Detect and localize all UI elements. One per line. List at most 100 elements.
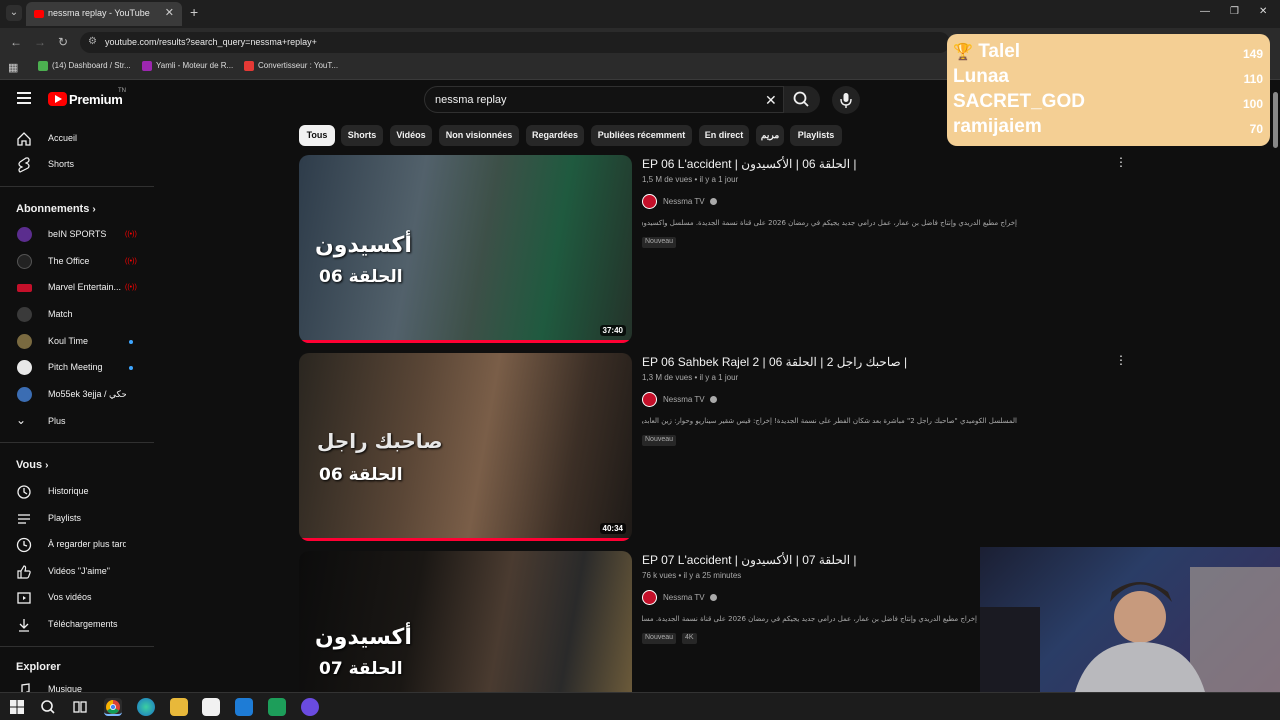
tab-search-icon[interactable]: ⌄ — [6, 5, 22, 21]
sidebar-item-subscription[interactable]: Pitch Meeting — [0, 355, 154, 381]
sidebar-item-subscription[interactable]: Marvel Entertain... ((•)) — [0, 275, 154, 301]
chip-unwatched[interactable]: Non visionnées — [439, 125, 519, 146]
chip-videos[interactable]: Vidéos — [390, 125, 432, 146]
bookmark-dashboard[interactable]: (14) Dashboard / Str... — [38, 61, 131, 75]
chip-playlists[interactable]: Playlists — [790, 125, 842, 146]
new-tab-icon[interactable]: + — [190, 4, 198, 20]
sidebar-item-label: Koul Time — [48, 336, 89, 346]
sidebar-item-playlists[interactable]: Playlists — [0, 506, 154, 532]
chevron-right-icon: › — [45, 460, 49, 471]
microphone-icon — [840, 93, 852, 108]
file-explorer-icon[interactable] — [170, 698, 188, 716]
reload-icon[interactable]: ↻ — [58, 35, 68, 49]
page-scrollbar[interactable] — [1272, 82, 1278, 682]
address-bar[interactable]: ⚙ youtube.com/results?search_query=nessm… — [80, 32, 950, 53]
video-title[interactable]: EP 06 L'accident | الحلقة 06 | الأكسيدون… — [642, 157, 857, 171]
sidebar-item-subscription[interactable]: beIN SPORTS ((•)) — [0, 222, 154, 248]
browser-tab-strip: ⌄ nessma replay - YouTube ✕ + — ❐ ✕ — [0, 0, 1280, 28]
back-icon[interactable]: ← — [10, 35, 22, 49]
browser-tab[interactable]: nessma replay - YouTube ✕ — [26, 2, 182, 26]
subscriptions-heading[interactable]: Abonnements › — [16, 203, 96, 215]
chip-custom[interactable]: مريم — [756, 125, 784, 146]
tab-close-icon[interactable]: ✕ — [165, 6, 174, 19]
more-actions-icon[interactable]: ⋮ — [1115, 353, 1127, 367]
sidebar-item-downloads[interactable]: Téléchargements — [0, 612, 154, 638]
messenger-icon[interactable] — [301, 698, 319, 716]
search-button[interactable] — [784, 86, 820, 113]
video-result[interactable]: صاحبك راجل الحلقة 06 40:34 EP 06 Sahbek … — [299, 353, 1129, 543]
sidebar-item-label: Accueil — [48, 133, 78, 143]
chip-live[interactable]: En direct — [699, 125, 749, 146]
taskbar — [0, 692, 1280, 720]
watch-later-icon — [16, 537, 32, 553]
search-input[interactable]: nessma replay ✕ — [424, 86, 784, 113]
restore-icon[interactable]: ❐ — [1230, 6, 1239, 17]
explore-heading: Explorer — [16, 661, 61, 673]
mail-icon[interactable] — [235, 698, 253, 716]
video-thumbnail[interactable]: صاحبك راجل الحلقة 06 40:34 — [299, 353, 632, 541]
sidebar-item-liked-videos[interactable]: Vidéos "J'aime" — [0, 559, 154, 585]
downloads-icon — [19, 619, 29, 632]
you-heading[interactable]: Vous › — [16, 459, 48, 471]
sidebar-item-shorts[interactable]: Shorts — [0, 152, 154, 178]
sidebar-item-history[interactable]: Historique — [0, 479, 154, 505]
clear-search-icon[interactable]: ✕ — [765, 92, 777, 109]
thumbnail-title: أكسيدون — [315, 625, 412, 650]
bookmark-convertisseur[interactable]: Convertisseur : YouT... — [244, 61, 338, 75]
verified-icon — [710, 396, 717, 403]
leaderboard-score: 100 — [1242, 97, 1263, 111]
video-meta: 1,3 M de vues • il y a 1 jour — [642, 373, 739, 382]
verified-icon — [710, 594, 717, 601]
search-icon[interactable] — [39, 698, 57, 716]
sidebar-divider — [0, 646, 154, 647]
more-actions-icon[interactable]: ⋮ — [1115, 155, 1127, 169]
site-info-icon[interactable]: ⚙ — [88, 36, 97, 47]
video-result[interactable]: أكسيدون الحلقة 06 37:40 EP 06 L'accident… — [299, 155, 1129, 345]
leaderboard-name: ramijaiem — [953, 116, 1042, 137]
minimize-icon[interactable]: — — [1200, 6, 1210, 17]
video-thumbnail[interactable]: أكسيدون الحلقة 06 37:40 — [299, 155, 632, 343]
sidebar-item-subscription[interactable]: The Office ((•)) — [0, 249, 154, 275]
trophy-icon: 🏆 — [953, 44, 973, 61]
app-icon[interactable] — [268, 698, 286, 716]
sidebar-item-watch-later[interactable]: À regarder plus tard — [0, 532, 154, 558]
chip-recently-uploaded[interactable]: Publiées récemment — [591, 125, 692, 146]
video-duration: 37:40 — [599, 325, 626, 336]
sidebar-item-subscription[interactable]: Koul Time — [0, 329, 154, 355]
sidebar-item-label: Plus — [48, 416, 66, 426]
sidebar-item-subscription[interactable]: Mo55ek 3ejja / حكي — [0, 382, 154, 408]
video-thumbnail[interactable]: أكسيدون الحلقة 07 — [299, 551, 632, 692]
bookmark-yamli[interactable]: Yamli - Moteur de R... — [142, 61, 233, 75]
sidebar-item-label: Match — [48, 309, 73, 319]
watch-progress-bar — [299, 538, 632, 541]
scrollbar-thumb[interactable] — [1273, 92, 1278, 148]
sidebar-item-your-videos[interactable]: Vos vidéos — [0, 585, 154, 611]
chrome-taskbar-button[interactable] — [104, 698, 122, 716]
shorts-icon — [18, 157, 30, 173]
chip-shorts[interactable]: Shorts — [341, 125, 383, 146]
address-url: youtube.com/results?search_query=nessma+… — [105, 37, 317, 47]
chip-watched[interactable]: Regardées — [526, 125, 584, 146]
video-title[interactable]: EP 06 Sahbek Rajel 2 | صاحبك راجل 2 | ال… — [642, 355, 907, 369]
sidebar-item-more[interactable]: ⌄ Plus — [0, 409, 154, 435]
verified-icon — [710, 198, 717, 205]
leaderboard-name: SACRET_GOD — [953, 91, 1085, 112]
forward-icon[interactable]: → — [34, 35, 46, 49]
voice-search-button[interactable] — [832, 86, 860, 114]
microsoft-store-icon[interactable] — [202, 698, 220, 716]
video-title[interactable]: EP 07 L'accident | الحلقة 07 | الأكسيدون… — [642, 553, 857, 567]
apps-grid-icon[interactable]: ▦ — [8, 61, 18, 74]
sidebar-item-label: beIN SPORTS — [48, 229, 107, 239]
leaderboard-overlay: 🏆 Talel 149 Lunaa 110 SACRET_GOD 100 ram… — [947, 34, 1270, 146]
chip-all[interactable]: Tous — [299, 125, 335, 146]
channel-name: Nessma TV — [663, 395, 705, 404]
sidebar-item-subscription[interactable]: Match — [0, 302, 154, 328]
sidebar-item-label: Vidéos "J'aime" — [48, 566, 110, 576]
windows-start-icon[interactable] — [8, 698, 26, 716]
task-view-icon[interactable] — [71, 698, 89, 716]
sidebar-item-label: Pitch Meeting — [48, 362, 103, 372]
sidebar-item-home[interactable]: Accueil — [0, 126, 154, 152]
edge-icon[interactable] — [137, 698, 155, 716]
close-window-icon[interactable]: ✕ — [1259, 6, 1267, 17]
menu-icon[interactable] — [17, 92, 31, 104]
